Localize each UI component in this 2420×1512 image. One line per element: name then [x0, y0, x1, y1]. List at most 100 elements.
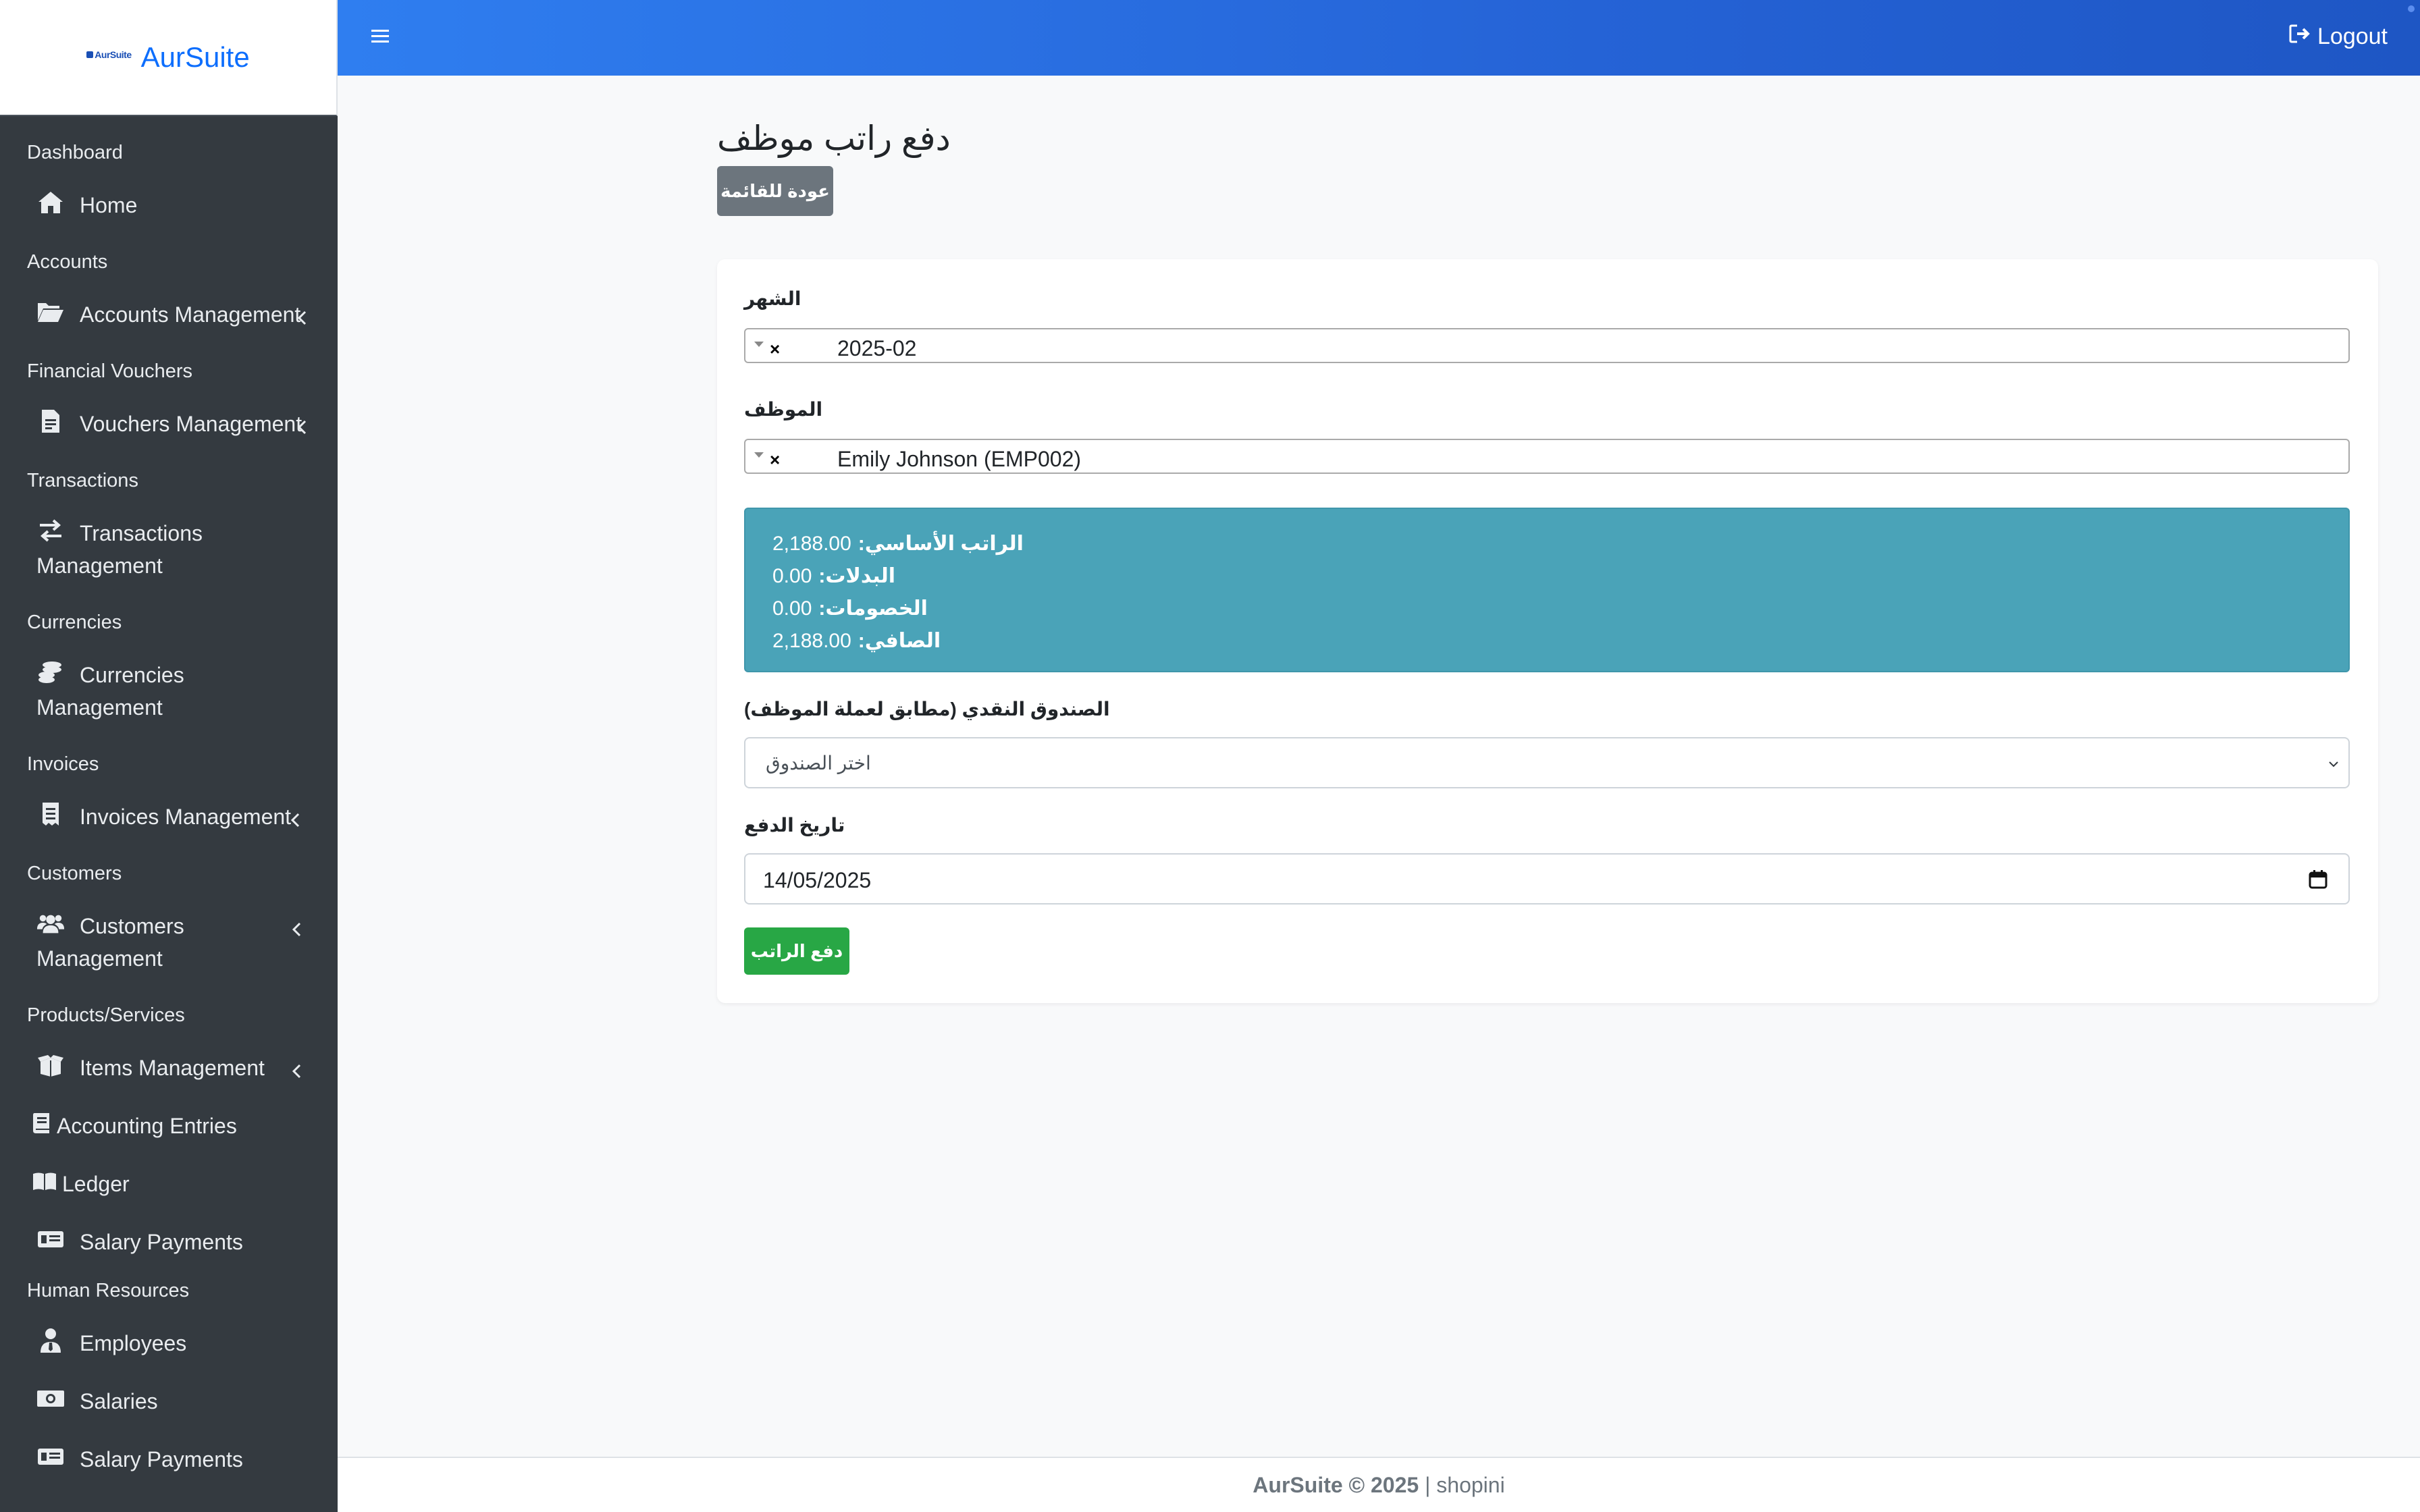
deductions-value: 0.00: [772, 597, 812, 620]
sidebar-item-label: Vouchers Management: [80, 412, 302, 436]
sidebar-item-label: Transactions: [80, 521, 203, 545]
cashbox-select[interactable]: اختر الصندوق: [744, 737, 2350, 788]
sidebar-item-label: Salaries: [80, 1389, 158, 1413]
users-icon: [36, 910, 65, 937]
basic-salary-label: الراتب الأساسي:: [858, 533, 1024, 555]
month-label: الشهر: [744, 288, 801, 309]
sidebar-item-label: Customers: [80, 914, 184, 938]
brand-logo-mark-icon: [86, 51, 94, 58]
cashbox-label: الصندوق النقدي (مطابق لعملة الموظف): [744, 699, 1110, 720]
employee-value: Emily Johnson (EMP002): [837, 447, 1082, 471]
sidebar-item-label: Accounts Management: [80, 302, 301, 327]
sidebar-item-label-line2: Management: [36, 695, 163, 720]
caret-down-icon: [754, 339, 764, 347]
sidebar-item-label-line2: Management: [36, 554, 163, 578]
payment-date-value: 14/05/2025: [763, 868, 872, 892]
sidebar-item-hr-salary-payments[interactable]: Salary Payments: [0, 1428, 338, 1486]
cashbox-placeholder: اختر الصندوق: [766, 753, 871, 774]
sidebar-item-label: Ledger: [62, 1172, 130, 1196]
allowances-value: 0.00: [772, 565, 812, 587]
sidebar-item-home[interactable]: Home: [0, 174, 338, 240]
sidebar-item-accounting-entries[interactable]: Accounting Entries: [0, 1095, 338, 1153]
sidebar-item-label: Employees: [80, 1331, 187, 1355]
brand-name: AurSuite: [140, 41, 250, 73]
box-open-icon: [36, 1052, 65, 1079]
sidebar-item-label: Salary Payments: [80, 1230, 243, 1254]
user-tie-icon: [36, 1327, 65, 1354]
status-dot: [2408, 5, 2415, 12]
sidebar-item-items-management[interactable]: Items Management: [0, 1037, 338, 1095]
sidebar: AurSuite AurSuite Dashboard Home Account…: [0, 0, 338, 1512]
allowances-label: البدلات:: [818, 565, 895, 587]
chevron-left-icon: [288, 809, 304, 828]
nav-header-transactions: Transactions: [27, 470, 138, 491]
money-check-icon: [36, 1226, 65, 1253]
book-open-icon: [31, 1168, 58, 1195]
nav-header-currencies: Currencies: [27, 612, 122, 633]
hamburger-menu-icon[interactable]: [370, 26, 392, 47]
chevron-left-icon: [289, 1060, 305, 1079]
deductions-line: الخصومات: 0.00: [772, 593, 1043, 625]
chevron-left-icon: [294, 306, 311, 325]
back-to-list-button[interactable]: عودة للقائمة: [717, 166, 833, 216]
employee-select[interactable]: × Emily Johnson (EMP002): [744, 439, 2350, 474]
salary-summary-alert: الراتب الأساسي: 2,188.00 البدلات: 0.00 ا…: [744, 508, 2350, 672]
nav-header-products-services: Products/Services: [27, 1004, 185, 1026]
caret-down-icon: [754, 450, 764, 458]
sidebar-item-ledger[interactable]: Ledger: [0, 1153, 338, 1211]
folder-open-icon: [36, 298, 65, 325]
payment-date-input[interactable]: 14/05/2025: [744, 853, 2350, 905]
chevron-left-icon: [289, 918, 305, 937]
sidebar-item-label-line2: Management: [36, 946, 163, 971]
payment-date-label: تاريخ الدفع: [744, 815, 845, 836]
brand[interactable]: AurSuite AurSuite: [0, 0, 338, 116]
sidebar-item-salaries[interactable]: Salaries: [0, 1370, 338, 1428]
sidebar-item-label: Invoices Management: [80, 805, 292, 829]
clear-selection-icon[interactable]: ×: [770, 451, 780, 468]
logout-label: Logout: [2317, 24, 2388, 49]
month-select[interactable]: × 2025-02: [744, 328, 2350, 363]
sidebar-item-salary-payments[interactable]: Salary Payments: [0, 1211, 338, 1269]
chevron-down-icon: [2327, 757, 2340, 771]
coins-icon: [36, 659, 65, 686]
receipt-icon: [36, 801, 65, 828]
footer-brand: AurSuite © 2025: [1253, 1473, 1419, 1497]
sidebar-item-vouchers-management[interactable]: Vouchers Management: [0, 393, 338, 459]
net-salary-value: 2,188.00: [772, 630, 851, 652]
sidebar-item-customers-management[interactable]: Customers Management: [0, 895, 338, 994]
page-title: دفع راتب موظف: [717, 119, 951, 157]
logout-icon: [2289, 23, 2311, 51]
book-icon: [31, 1110, 51, 1137]
sidebar-item-label: Currencies: [80, 663, 184, 687]
sidebar-item-label: Salary Payments: [80, 1447, 243, 1472]
net-salary-label: الصافي:: [858, 630, 941, 652]
sidebar-item-currencies-management[interactable]: Currencies Management: [0, 644, 338, 742]
money-check-icon: [36, 1443, 65, 1470]
sidebar-item-employees[interactable]: Employees: [0, 1312, 338, 1370]
nav-header-human-resources: Human Resources: [27, 1280, 190, 1301]
employee-label: الموظف: [744, 399, 823, 420]
calendar-icon[interactable]: [2308, 869, 2328, 890]
money-bill-icon: [36, 1385, 65, 1412]
sidebar-item-transactions-management[interactable]: Transactions Management: [0, 502, 338, 601]
logout-button[interactable]: Logout: [2289, 23, 2388, 51]
file-invoice-icon: [36, 408, 65, 435]
footer-owner[interactable]: shopini: [1436, 1473, 1504, 1497]
sidebar-item-invoices-management[interactable]: Invoices Management: [0, 786, 338, 852]
allowances-line: البدلات: 0.00: [772, 560, 1043, 593]
net-salary-line: الصافي: 2,188.00: [772, 625, 1043, 657]
nav-header-accounts: Accounts: [27, 251, 108, 273]
topbar: Logout: [338, 0, 2420, 76]
clear-selection-icon[interactable]: ×: [770, 340, 780, 358]
sidebar-nav: Dashboard Home Accounts Accounts Managem…: [0, 116, 338, 1486]
nav-header-invoices: Invoices: [27, 753, 99, 775]
basic-salary-value: 2,188.00: [772, 533, 851, 555]
exchange-icon: [36, 517, 65, 544]
footer-separator: |: [1419, 1473, 1437, 1497]
sidebar-item-accounts-management[interactable]: Accounts Management: [0, 284, 338, 350]
sidebar-item-label: Accounting Entries: [57, 1114, 237, 1138]
nav-header-dashboard: Dashboard: [27, 142, 123, 163]
footer: AurSuite © 2025 | shopini: [338, 1457, 2420, 1512]
pay-salary-button[interactable]: دفع الراتب: [744, 927, 849, 975]
sidebar-item-label: Home: [80, 193, 138, 217]
